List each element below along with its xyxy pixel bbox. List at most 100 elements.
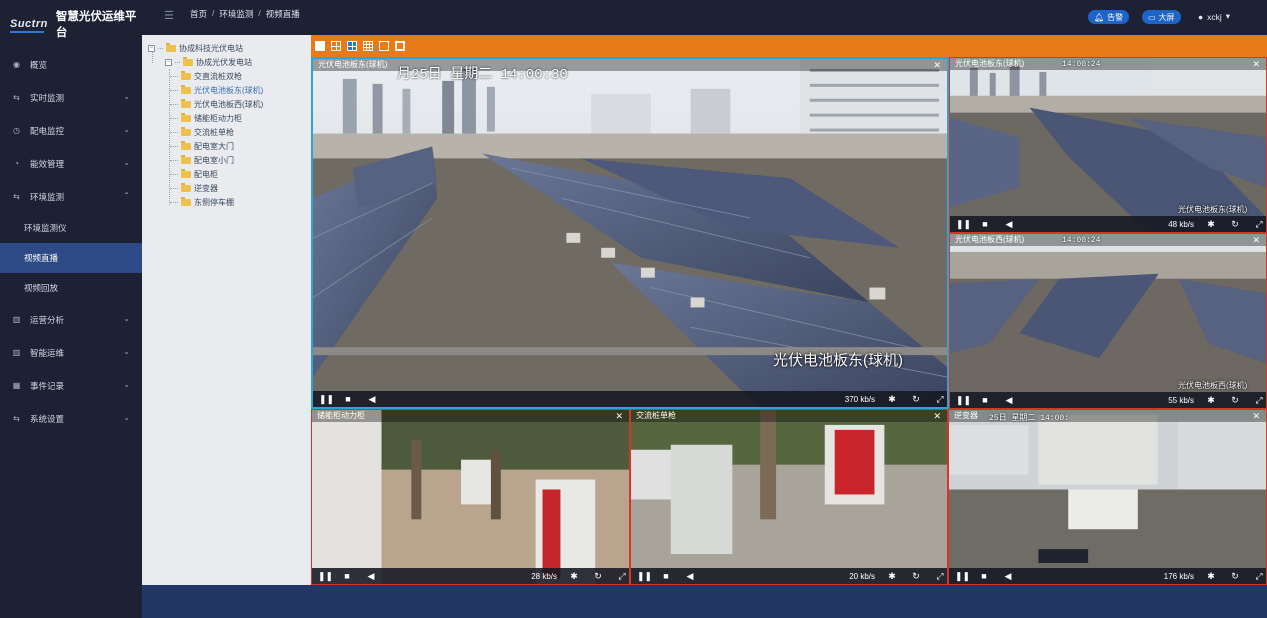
- maximize-icon[interactable]: ⤢: [935, 571, 945, 582]
- volume-mute-icon[interactable]: ◀: [366, 571, 376, 582]
- sidebar-subitem-env-monitor[interactable]: 环境监测仪: [0, 213, 142, 243]
- tree-node-camera-selected[interactable]: 光伏电池板东(球机): [170, 85, 263, 96]
- layout-4x4-button[interactable]: [379, 41, 389, 51]
- close-icon[interactable]: ✕: [933, 59, 941, 71]
- video-title-bar: 交流桩单枪 ✕: [631, 410, 947, 422]
- volume-mute-icon[interactable]: ◀: [1004, 395, 1014, 406]
- stop-icon[interactable]: ■: [980, 395, 990, 405]
- sidebar-item-environment[interactable]: ⇆ 环境监测 ⌃: [0, 180, 142, 213]
- breadcrumb-environment[interactable]: 环境监测: [219, 8, 253, 20]
- sidebar-item-maintenance[interactable]: ▥ 智能运维 ⌄: [0, 336, 142, 369]
- maximize-icon[interactable]: ⤢: [935, 394, 945, 405]
- monitor-icon: ▭: [1148, 12, 1156, 22]
- close-icon[interactable]: ✕: [1252, 410, 1260, 422]
- fullscreen-icon[interactable]: [395, 41, 405, 51]
- stop-icon[interactable]: ■: [343, 394, 353, 404]
- stop-icon[interactable]: ■: [980, 219, 990, 229]
- pause-icon[interactable]: ❚❚: [318, 571, 333, 582]
- close-icon[interactable]: ✕: [1252, 234, 1260, 246]
- tree-node-camera[interactable]: 配电柜: [170, 169, 218, 180]
- gear-icon[interactable]: ✱: [887, 571, 897, 582]
- tree-node-camera[interactable]: 配电室小门: [170, 155, 234, 166]
- device-tree: − 协成科技光伏电站 − 协成光伏发电站 交直流桩双枪 光伏电池板东(球机) 光…: [142, 35, 311, 585]
- sidebar-item-power[interactable]: ◷ 配电监控 ⌄: [0, 114, 142, 147]
- volume-mute-icon[interactable]: ◀: [1004, 219, 1014, 230]
- sidebar-item-energy[interactable]: ◔ 能效管理 ⌄: [0, 147, 142, 180]
- gear-icon[interactable]: ✱: [887, 394, 897, 405]
- tree-node-camera[interactable]: 交流桩单枪: [170, 127, 234, 138]
- maximize-icon[interactable]: ⤢: [1254, 395, 1264, 406]
- gear-icon[interactable]: ✱: [1206, 219, 1216, 230]
- refresh-icon[interactable]: ↻: [1230, 219, 1240, 230]
- video-tile[interactable]: 光伏电池板东(球机) ✕ 14:00:24 光伏电池板东(球机) ❚❚ ■ ◀ …: [949, 57, 1267, 233]
- bitrate-label: 28 kb/s: [531, 571, 557, 581]
- maximize-icon[interactable]: ⤢: [617, 571, 627, 582]
- pause-icon[interactable]: ❚❚: [956, 219, 971, 230]
- big-screen-button[interactable]: ▭ 大屏: [1142, 10, 1181, 24]
- gear-icon[interactable]: ✱: [569, 571, 579, 582]
- video-tile[interactable]: 交流桩单枪 ✕ ❚❚ ■ ◀ 20 kb/s ✱ ↻ ⤢: [630, 409, 948, 585]
- sidebar-item-events[interactable]: ▦ 事件记录 ⌄: [0, 369, 142, 402]
- refresh-icon[interactable]: ↻: [911, 571, 921, 582]
- maximize-icon[interactable]: ⤢: [1254, 219, 1264, 230]
- alarm-button[interactable]: 🔔︎ 告警: [1088, 10, 1130, 24]
- tree-node-camera[interactable]: 东侧停车棚: [170, 197, 234, 208]
- maximize-icon[interactable]: ⤢: [1254, 571, 1264, 582]
- breadcrumb-home[interactable]: 首页: [190, 8, 207, 20]
- pause-icon[interactable]: ❚❚: [955, 571, 970, 582]
- tree-node-camera[interactable]: 配电室大门: [170, 141, 234, 152]
- sidebar-subitem-playback[interactable]: 视频回放: [0, 273, 142, 303]
- refresh-icon[interactable]: ↻: [1230, 571, 1240, 582]
- pause-icon[interactable]: ❚❚: [956, 395, 971, 406]
- pause-icon[interactable]: ❚❚: [637, 571, 652, 582]
- user-menu[interactable]: ● xckj ▾: [1198, 11, 1230, 22]
- sidebar-item-realtime[interactable]: ⇆ 实时监测 ⌄: [0, 81, 142, 114]
- breadcrumb: 首页 / 环境监测 / 视频直播: [190, 8, 300, 20]
- refresh-icon[interactable]: ↻: [911, 394, 921, 405]
- sidebar-subitem-label: 视频回放: [24, 283, 59, 293]
- stop-icon[interactable]: ■: [979, 571, 989, 581]
- sidebar-subitem-live-video[interactable]: 视频直播: [0, 243, 142, 273]
- tree-node-root[interactable]: − 协成科技光伏电站: [148, 43, 243, 54]
- sidebar-item-overview[interactable]: ◉ 概览: [0, 48, 142, 81]
- video-title-bar: 储能柜动力柜 ✕: [312, 410, 629, 422]
- sidebar-item-settings[interactable]: ⇆ 系统设置 ⌄: [0, 402, 142, 435]
- video-tile[interactable]: 光伏电池板西(球机) ✕ 14:00:24 光伏电池板西(球机) ❚❚ ■ ◀ …: [949, 233, 1267, 409]
- chevron-down-icon: ⌄: [123, 380, 130, 389]
- tree-node-camera[interactable]: 逆变器: [170, 183, 218, 194]
- video-tile-main[interactable]: 光伏电池板东(球机) ✕ 月25日 星期二 14:00:30 光伏电池板东(球机…: [311, 57, 949, 409]
- layout-2x2-button[interactable]: [331, 41, 341, 51]
- gear-icon[interactable]: ✱: [1206, 395, 1216, 406]
- volume-mute-icon[interactable]: ◀: [367, 394, 377, 405]
- tree-node-camera[interactable]: 光伏电池板西(球机): [170, 99, 263, 110]
- sidebar-item-label: 事件记录: [30, 380, 65, 391]
- stop-icon[interactable]: ■: [661, 571, 671, 581]
- tree-node-camera[interactable]: 交直流桩双枪: [170, 71, 242, 82]
- volume-mute-icon[interactable]: ◀: [685, 571, 695, 582]
- tree-node-station[interactable]: − 协成光伏发电站: [165, 57, 252, 68]
- close-icon[interactable]: ✕: [1252, 58, 1260, 70]
- close-icon[interactable]: ✕: [615, 410, 623, 422]
- collapse-icon[interactable]: −: [148, 45, 155, 52]
- collapse-icon[interactable]: −: [165, 59, 172, 66]
- refresh-icon[interactable]: ↻: [1230, 395, 1240, 406]
- video-tile[interactable]: 逆变器 ✕ 25日 星期二 14:00: ❚❚ ■ ◀ 176 kb/s ✱ ↻…: [948, 409, 1267, 585]
- layout-1x1-button[interactable]: [315, 41, 325, 51]
- pause-icon[interactable]: ❚❚: [319, 394, 334, 405]
- tree-node-camera[interactable]: 储能柜动力柜: [170, 113, 242, 124]
- gear-icon[interactable]: ✱: [1206, 571, 1216, 582]
- video-tile[interactable]: 储能柜动力柜 ✕ ❚❚ ■ ◀ 28 kb/s ✱ ↻ ⤢: [311, 409, 630, 585]
- layout-1-plus-5-button[interactable]: [347, 41, 357, 51]
- layout-3x3-button[interactable]: [363, 41, 373, 51]
- stop-icon[interactable]: ■: [342, 571, 352, 581]
- menu-toggle-icon[interactable]: ☰: [164, 9, 174, 22]
- refresh-icon[interactable]: ↻: [593, 571, 603, 582]
- close-icon[interactable]: ✕: [933, 410, 941, 422]
- volume-mute-icon[interactable]: ◀: [1003, 571, 1013, 582]
- sidebar-item-label: 系统设置: [30, 413, 65, 424]
- caret-down-icon: ▾: [1225, 11, 1230, 21]
- tree-node-label: 东侧停车棚: [194, 198, 234, 207]
- sidebar-item-analysis[interactable]: ▥ 运营分析 ⌄: [0, 303, 142, 336]
- breadcrumb-separator: /: [212, 8, 215, 18]
- video-grid: 光伏电池板东(球机) ✕ 月25日 星期二 14:00:30 光伏电池板东(球机…: [311, 57, 1267, 585]
